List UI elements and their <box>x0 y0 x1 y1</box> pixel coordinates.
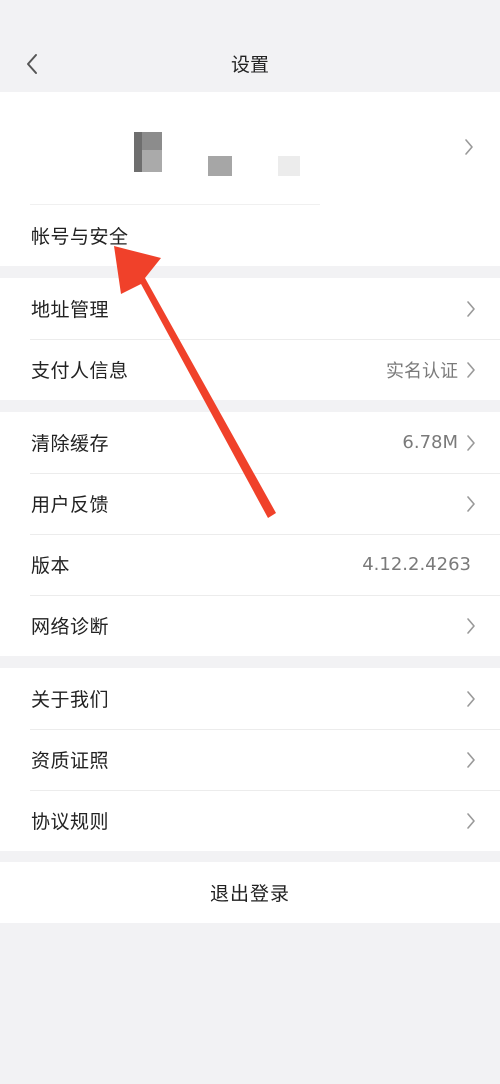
payer-info-label: 支付人信息 <box>31 360 129 382</box>
payer-chevron <box>464 360 478 380</box>
network-diagnosis-row[interactable]: 网络诊断 <box>0 595 500 656</box>
profile-section: 帐号与安全 <box>0 92 500 266</box>
chevron-right-icon <box>467 690 475 707</box>
clear-cache-chevron <box>464 433 478 453</box>
chevron-right-icon <box>467 751 475 768</box>
payer-info-row[interactable]: 支付人信息 实名认证 <box>0 339 500 400</box>
feedback-chevron <box>464 494 478 514</box>
version-value: 4.12.2.4263 <box>362 554 471 575</box>
chevron-right-icon <box>467 300 475 317</box>
navigation-bar: 设置 <box>0 0 500 92</box>
clear-cache-row[interactable]: 清除缓存 6.78M <box>0 412 500 473</box>
payer-info-value: 实名认证 <box>386 360 458 382</box>
about-us-label: 关于我们 <box>31 689 110 711</box>
chevron-right-icon <box>467 617 475 634</box>
chevron-right-icon <box>465 139 473 155</box>
address-chevron <box>464 299 478 319</box>
chevron-right-icon <box>467 812 475 829</box>
qualification-label: 资质证照 <box>31 750 110 772</box>
version-row: 版本 4.12.2.4263 <box>0 534 500 595</box>
page-title: 设置 <box>230 54 269 76</box>
settings-group-3: 关于我们 资质证照 协议规则 <box>0 668 500 851</box>
address-management-row[interactable]: 地址管理 <box>0 278 500 339</box>
qualification-row[interactable]: 资质证照 <box>0 729 500 790</box>
network-chevron <box>464 616 478 636</box>
account-security-row[interactable]: 帐号与安全 <box>0 205 500 266</box>
address-management-label: 地址管理 <box>31 299 110 321</box>
agreement-rules-row[interactable]: 协议规则 <box>0 790 500 851</box>
network-diagnosis-label: 网络诊断 <box>31 616 110 638</box>
about-chevron <box>464 689 478 709</box>
settings-group-1: 地址管理 支付人信息 实名认证 <box>0 278 500 400</box>
chevron-right-icon <box>467 434 475 451</box>
chevron-right-icon <box>467 495 475 512</box>
logout-button[interactable]: 退出登录 <box>0 862 500 923</box>
profile-chevron <box>464 138 478 158</box>
agreement-rules-label: 协议规则 <box>31 811 110 833</box>
agreement-chevron <box>464 811 478 831</box>
settings-group-2: 清除缓存 6.78M 用户反馈 版本 4.12.2.4263 网络诊断 <box>0 412 500 656</box>
user-feedback-row[interactable]: 用户反馈 <box>0 473 500 534</box>
clear-cache-label: 清除缓存 <box>31 433 110 455</box>
version-label: 版本 <box>31 555 71 577</box>
profile-row[interactable] <box>0 92 500 206</box>
account-security-label: 帐号与安全 <box>31 226 129 248</box>
chevron-right-icon <box>467 361 475 378</box>
qualification-chevron <box>464 750 478 770</box>
user-feedback-label: 用户反馈 <box>31 494 110 516</box>
clear-cache-value: 6.78M <box>402 432 458 453</box>
about-us-row[interactable]: 关于我们 <box>0 668 500 729</box>
